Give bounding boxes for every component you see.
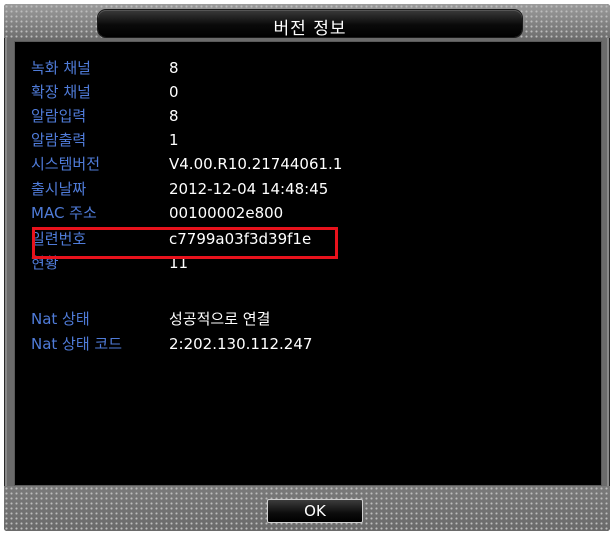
- serial-number-highlight-box: [32, 227, 338, 259]
- nat-value: 성공적으로 연결: [169, 310, 271, 328]
- title-pill: 버전 정보: [98, 10, 522, 39]
- info-label: 출시날짜: [31, 180, 87, 198]
- info-value: 00100002e800: [169, 204, 284, 222]
- info-label: 확장 채널: [31, 83, 91, 101]
- info-label: 알람입력: [31, 107, 87, 125]
- info-value: V4.00.R10.21744061.1: [169, 155, 343, 173]
- nat-value: 2:202.130.112.247: [169, 335, 313, 353]
- nat-label: Nat 상태 코드: [31, 335, 123, 353]
- info-value: 0: [169, 83, 179, 101]
- info-panel: 녹화 채널 8 확장 채널 0 알람입력 8 알람출력 1 시스템버전 V4.0…: [14, 41, 602, 486]
- info-label: 시스템버전: [31, 155, 101, 173]
- info-value: 8: [169, 107, 179, 125]
- info-label: 알람출력: [31, 131, 87, 149]
- info-value: 8: [169, 59, 179, 77]
- nat-label: Nat 상태: [31, 310, 90, 328]
- info-label: 녹화 채널: [31, 59, 91, 77]
- info-label: MAC 주소: [31, 204, 97, 222]
- ok-button[interactable]: OK: [267, 499, 363, 523]
- title-bar: 버전 정보: [4, 4, 610, 39]
- info-value: 1: [169, 131, 179, 149]
- info-value: 2012-12-04 14:48:45: [169, 180, 329, 198]
- dialog-title: 버전 정보: [273, 19, 347, 39]
